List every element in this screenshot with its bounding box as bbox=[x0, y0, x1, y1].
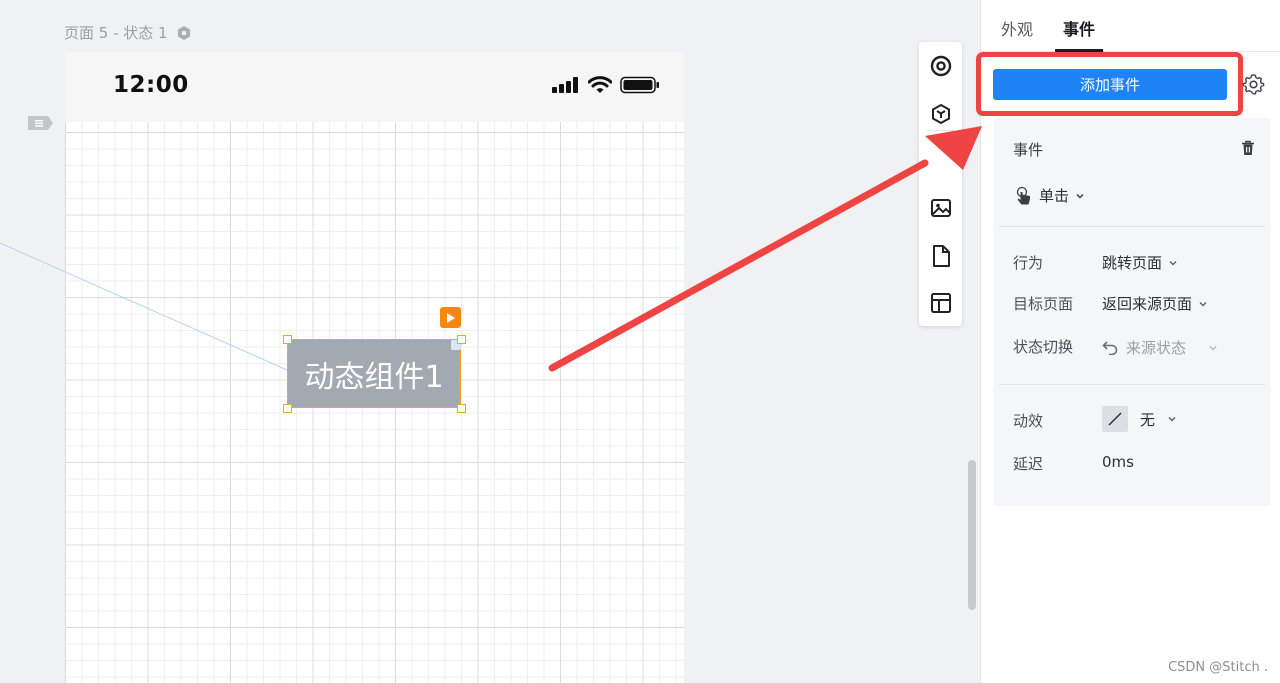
panel-tabs: 外观 事件 bbox=[981, 0, 1280, 52]
state-switch-label: 状态切换 bbox=[1013, 338, 1074, 356]
action-label: 行为 bbox=[1013, 254, 1044, 272]
trigger-select[interactable]: 单击 bbox=[1015, 185, 1085, 206]
effect-preview-icon bbox=[1102, 406, 1128, 432]
interaction-link-line bbox=[0, 242, 288, 371]
trash-icon[interactable] bbox=[1241, 140, 1255, 156]
tab-appearance[interactable]: 外观 bbox=[1001, 16, 1033, 40]
chevron-down-icon bbox=[1169, 260, 1177, 265]
resize-handle-top-right[interactable] bbox=[457, 335, 466, 344]
action-value: 跳转页面 bbox=[1102, 254, 1163, 272]
event-card: 事件 单击 行为 跳转页面 目标页面 返回来源页面 状态切换 来源状态 动效 无… bbox=[993, 118, 1271, 506]
resize-handle-bottom-right[interactable] bbox=[457, 404, 466, 413]
resize-handle-bottom-left[interactable] bbox=[283, 404, 292, 413]
state-switch-value: 来源状态 bbox=[1126, 339, 1187, 357]
undo-icon bbox=[1102, 340, 1118, 355]
chevron-down-icon bbox=[1199, 301, 1207, 306]
document-icon[interactable] bbox=[928, 243, 953, 268]
watermark: CSDN @Stitch . bbox=[1168, 660, 1268, 675]
component-toolbar bbox=[919, 42, 962, 326]
delay-value[interactable]: 0ms bbox=[1102, 453, 1134, 471]
resize-handle-top-left[interactable] bbox=[283, 335, 292, 344]
gear-icon[interactable] bbox=[1240, 71, 1268, 99]
design-canvas[interactable]: 页面 5 - 状态 1 12:00 动态组件1 bbox=[0, 0, 980, 683]
chevron-down-icon bbox=[1168, 417, 1176, 422]
delay-label: 延迟 bbox=[1013, 455, 1044, 473]
target-icon[interactable] bbox=[928, 53, 953, 78]
target-page-select[interactable]: 返回来源页面 bbox=[1102, 293, 1208, 314]
dynamic-component[interactable]: 动态组件1 bbox=[287, 339, 461, 408]
target-page-value: 返回来源页面 bbox=[1102, 295, 1193, 313]
preview-play-icon[interactable] bbox=[440, 307, 461, 328]
card-divider bbox=[999, 384, 1265, 385]
chevron-down-icon bbox=[1209, 345, 1217, 350]
chevron-down-icon bbox=[1076, 193, 1084, 199]
event-card-title: 事件 bbox=[1013, 141, 1044, 159]
annotation-highlight-box bbox=[976, 52, 1243, 116]
component-label: 动态组件1 bbox=[304, 359, 444, 395]
action-select[interactable]: 跳转页面 bbox=[1102, 252, 1178, 273]
card-divider bbox=[999, 226, 1265, 227]
effect-select[interactable]: 无 bbox=[1102, 406, 1177, 432]
canvas-scrollbar[interactable] bbox=[968, 460, 976, 610]
image-icon[interactable] bbox=[928, 195, 953, 220]
trigger-value: 单击 bbox=[1039, 187, 1070, 205]
tab-events[interactable]: 事件 bbox=[1063, 16, 1095, 40]
box-icon[interactable] bbox=[928, 101, 953, 126]
toolbar-divider bbox=[927, 130, 954, 131]
tap-icon bbox=[1016, 186, 1030, 204]
effect-value: 无 bbox=[1140, 410, 1156, 429]
layout-icon[interactable] bbox=[928, 290, 953, 315]
state-switch-select[interactable]: 来源状态 bbox=[1102, 337, 1218, 358]
target-page-label: 目标页面 bbox=[1013, 295, 1074, 313]
effect-label: 动效 bbox=[1013, 412, 1044, 430]
